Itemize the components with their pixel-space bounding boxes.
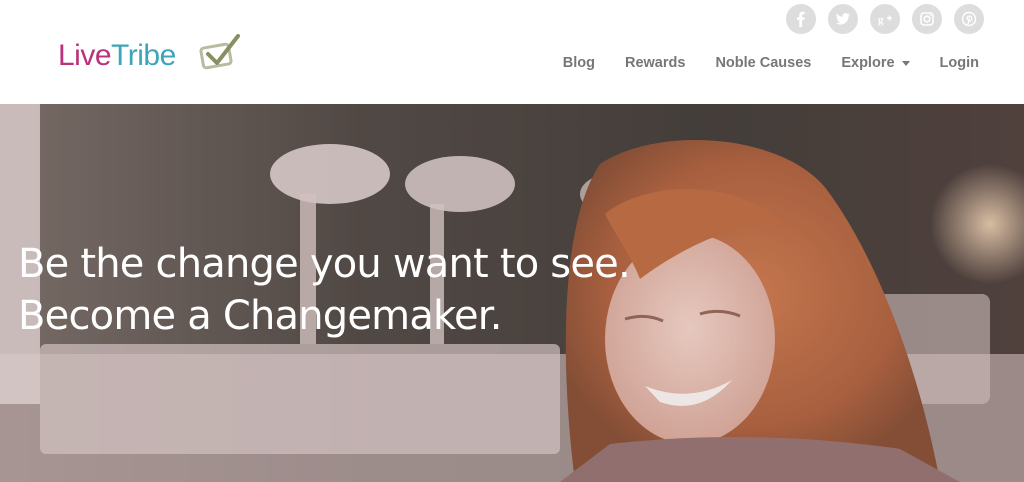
nav-rewards[interactable]: Rewards bbox=[625, 52, 685, 74]
hero-line-2: Become a Changemaker. bbox=[18, 293, 503, 339]
nav-noble-causes-label: Noble Causes bbox=[715, 55, 812, 71]
twitter-icon[interactable] bbox=[828, 4, 858, 34]
caret-down-icon bbox=[901, 61, 910, 66]
hero-headline: Be the change you want to see. Become a … bbox=[18, 238, 631, 342]
hero-banner: Be the change you want to see. Become a … bbox=[0, 104, 1024, 482]
social-links: g bbox=[786, 4, 984, 34]
logo-tribe: Tribe bbox=[111, 39, 176, 72]
logo-live: Live bbox=[58, 39, 112, 72]
nav-login[interactable]: Login bbox=[940, 52, 979, 74]
pinterest-icon[interactable] bbox=[954, 4, 984, 34]
nav-blog-label: Blog bbox=[562, 55, 595, 71]
nav-blog[interactable]: Blog bbox=[563, 52, 595, 74]
hero-line-1: Be the change you want to see. bbox=[18, 241, 631, 287]
nav-rewards-label: Rewards bbox=[624, 55, 686, 71]
facebook-icon[interactable] bbox=[786, 4, 816, 34]
instagram-icon[interactable] bbox=[912, 4, 942, 34]
nav-explore-label: Explore bbox=[841, 55, 895, 71]
google-plus-icon[interactable]: g bbox=[870, 4, 900, 34]
main-nav: Blog Rewards Noble Causes Explore Login bbox=[533, 52, 979, 74]
nav-login-label: Login bbox=[939, 55, 979, 71]
svg-text:g: g bbox=[878, 14, 884, 26]
checkmark-box-icon bbox=[199, 34, 240, 70]
nav-noble-causes[interactable]: Noble Causes bbox=[715, 52, 811, 74]
logo[interactable]: LiveTribe bbox=[58, 34, 240, 78]
site-header: LiveTribe g Blog Rewards Noble Causes Ex… bbox=[0, 0, 1024, 104]
nav-explore[interactable]: Explore bbox=[841, 52, 910, 74]
logo-text: LiveTribe bbox=[58, 36, 176, 76]
